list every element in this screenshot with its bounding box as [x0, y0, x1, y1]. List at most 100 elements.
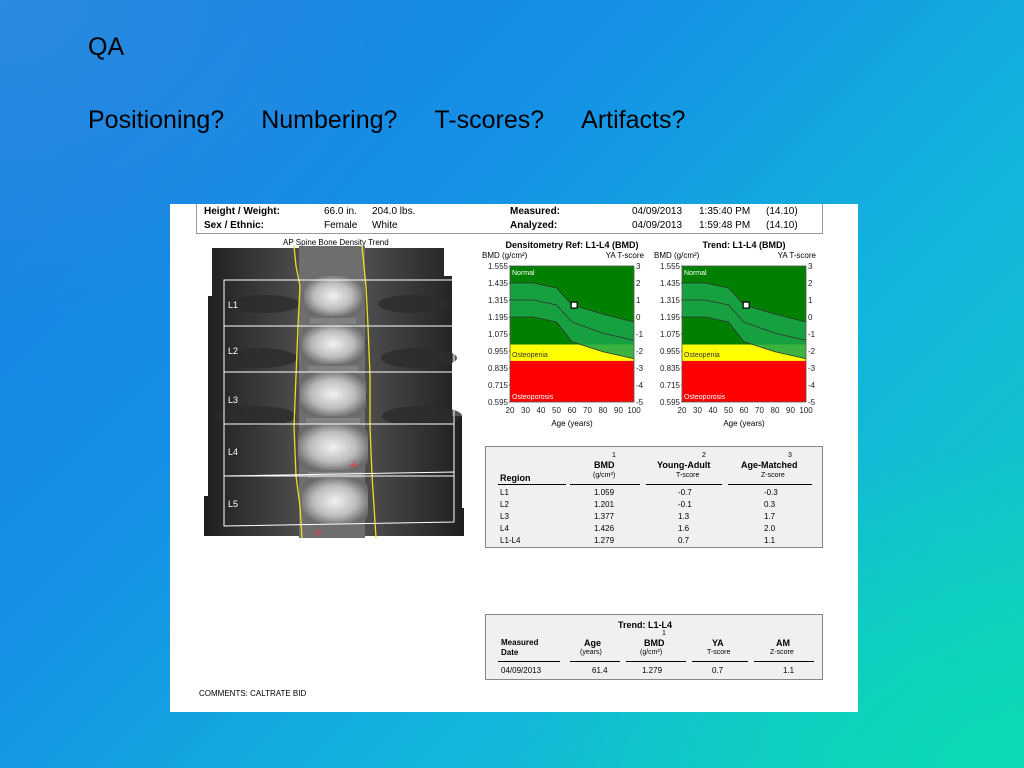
- trend-row-age: 61.4: [592, 666, 608, 675]
- data-point: [570, 301, 578, 309]
- analyzed-date: 04/09/2013: [632, 220, 683, 231]
- col-num-ya: 2: [702, 452, 706, 459]
- y-tick-label: 0.715: [488, 381, 509, 390]
- height-weight-label: Height / Weight:: [204, 206, 280, 217]
- trend-header-age-unit: (years): [580, 649, 602, 656]
- cell-bmd: 1.059: [594, 488, 615, 497]
- trend-title: Trend: L1-L4: [618, 620, 673, 630]
- col-num-bmd: 1: [612, 452, 616, 459]
- x-tick-label: 30: [521, 406, 530, 415]
- t-score-tick-label: -4: [808, 381, 816, 390]
- chart-svg: Normal Osteopenia Osteoporosis 1.555 1.435 1.…: [654, 240, 817, 428]
- measured-version: (14.10): [766, 206, 798, 217]
- t-score-tick-label: -3: [808, 364, 816, 373]
- cell-bmd: 1.279: [594, 536, 615, 545]
- x-tick-label: 60: [740, 406, 749, 415]
- trend-header-bmd: BMD: [644, 638, 665, 648]
- x-tick-label: 80: [771, 406, 780, 415]
- trend-row-date: 04/09/2013: [501, 666, 542, 675]
- measured-date: 04/09/2013: [632, 206, 683, 217]
- cell-region: L1: [500, 488, 509, 497]
- results-table-box: 1 2 3 Region BMD (g/cm²) Young-Adult T-s…: [485, 446, 823, 548]
- cell-bmd: 1.377: [594, 512, 615, 521]
- x-tick-label: 90: [786, 406, 795, 415]
- y-tick-label: 1.075: [660, 330, 681, 339]
- t-score-tick-label: 2: [636, 279, 641, 288]
- question-list: Positioning? Numbering? T-scores? Artifa…: [88, 106, 722, 135]
- header-am-sub: Z-score: [761, 472, 785, 479]
- spine-scan-image: L1 L2 L3 L4 L5: [204, 246, 464, 538]
- analyzed-label: Analyzed:: [510, 220, 558, 231]
- t-score-tick-label: -1: [636, 330, 644, 339]
- vertebra-label-l1: L1: [228, 300, 238, 310]
- trend-row-ya: 0.7: [712, 666, 724, 675]
- y-tick-label: 1.555: [660, 262, 681, 271]
- cell-am-zscore: -0.3: [764, 488, 778, 497]
- x-tick-label: 100: [799, 406, 813, 415]
- cell-region: L3: [500, 512, 509, 521]
- x-tick-label: 80: [599, 406, 608, 415]
- t-score-tick-label: 3: [636, 262, 641, 271]
- header-am: Age-Matched: [741, 460, 798, 470]
- cell-bmd: 1.201: [594, 500, 615, 509]
- x-tick-label: 20: [506, 406, 515, 415]
- t-score-tick-label: 0: [636, 313, 641, 322]
- chart-svg: Normal Osteopenia Osteoporosis 1.555 1.435 1.…: [482, 240, 645, 428]
- y-tick-label: 1.435: [488, 279, 509, 288]
- trend-header-ya-sub: T-score: [707, 649, 731, 656]
- zone-label-normal: Normal: [512, 270, 535, 277]
- cell-am-zscore: 1.7: [764, 512, 776, 521]
- chart-title: Densitometry Ref: L1-L4 (BMD): [505, 240, 638, 250]
- cell-region: L1-L4: [500, 536, 521, 545]
- y-tick-label: 0.835: [660, 364, 681, 373]
- vertebra-label-l3: L3: [228, 395, 238, 405]
- zone-label-osteopenia: Osteopenia: [684, 352, 720, 359]
- y-tick-label: 1.315: [488, 296, 509, 305]
- header-region: Region: [500, 473, 531, 483]
- header-ya-sub: T-score: [676, 472, 700, 479]
- y-axis-label-right: YA T-score: [606, 251, 645, 260]
- trend-col-num: 1: [662, 630, 666, 637]
- trend-table-box: Trend: L1-L4 1 Measured Date Age (years)…: [485, 614, 823, 680]
- t-score-tick-label: 1: [808, 296, 813, 305]
- y-tick-label: 0.955: [660, 347, 681, 356]
- analyzed-version: (14.10): [766, 220, 798, 231]
- trend-row-am: 1.1: [783, 666, 795, 675]
- x-tick-label: 90: [614, 406, 623, 415]
- cell-ya-tscore: -0.1: [678, 500, 692, 509]
- x-tick-label: 50: [724, 406, 733, 415]
- y-axis-label: BMD (g/cm²): [482, 251, 528, 260]
- question-artifacts: Artifacts?: [581, 106, 686, 134]
- header-bmd-unit: (g/cm²): [593, 472, 616, 479]
- question-t-scores: T-scores?: [434, 106, 545, 134]
- trend-header-age: Age: [584, 638, 602, 648]
- y-axis-label-right: YA T-score: [778, 251, 817, 260]
- cell-am-zscore: 2.0: [764, 524, 776, 533]
- cell-ya-tscore: -0.7: [678, 488, 692, 497]
- patient-header: Height / Weight: 66.0 in. 204.0 lbs. Mea…: [196, 204, 823, 234]
- y-tick-label: 0.955: [488, 347, 509, 356]
- cell-am-zscore: 1.1: [764, 536, 776, 545]
- t-score-tick-label: -2: [808, 347, 816, 356]
- cell-ya-tscore: 0.7: [678, 536, 690, 545]
- y-tick-label: 0.715: [660, 381, 681, 390]
- x-axis-label: Age (years): [723, 419, 765, 428]
- zone-label-osteoporosis: Osteoporosis: [512, 394, 554, 401]
- chart-title: Trend: L1-L4 (BMD): [703, 240, 786, 250]
- t-score-tick-label: -2: [636, 347, 644, 356]
- question-positioning: Positioning?: [88, 106, 225, 134]
- measured-time: 1:35:40 PM: [699, 206, 751, 217]
- y-tick-label: 1.195: [660, 313, 681, 322]
- cell-ya-tscore: 1.6: [678, 524, 690, 533]
- question-numbering: Numbering?: [261, 106, 398, 134]
- zone-label-osteoporosis: Osteoporosis: [684, 394, 726, 401]
- y-tick-label: 1.315: [660, 296, 681, 305]
- analyzed-time: 1:59:48 PM: [699, 220, 751, 231]
- x-axis-label: Age (years): [551, 419, 593, 428]
- t-score-tick-label: 2: [808, 279, 813, 288]
- height-value: 66.0 in.: [324, 206, 357, 217]
- x-tick-label: 40: [709, 406, 718, 415]
- t-score-tick-label: -1: [808, 330, 816, 339]
- slide-title: QA: [88, 33, 125, 61]
- cell-region: L4: [500, 524, 509, 533]
